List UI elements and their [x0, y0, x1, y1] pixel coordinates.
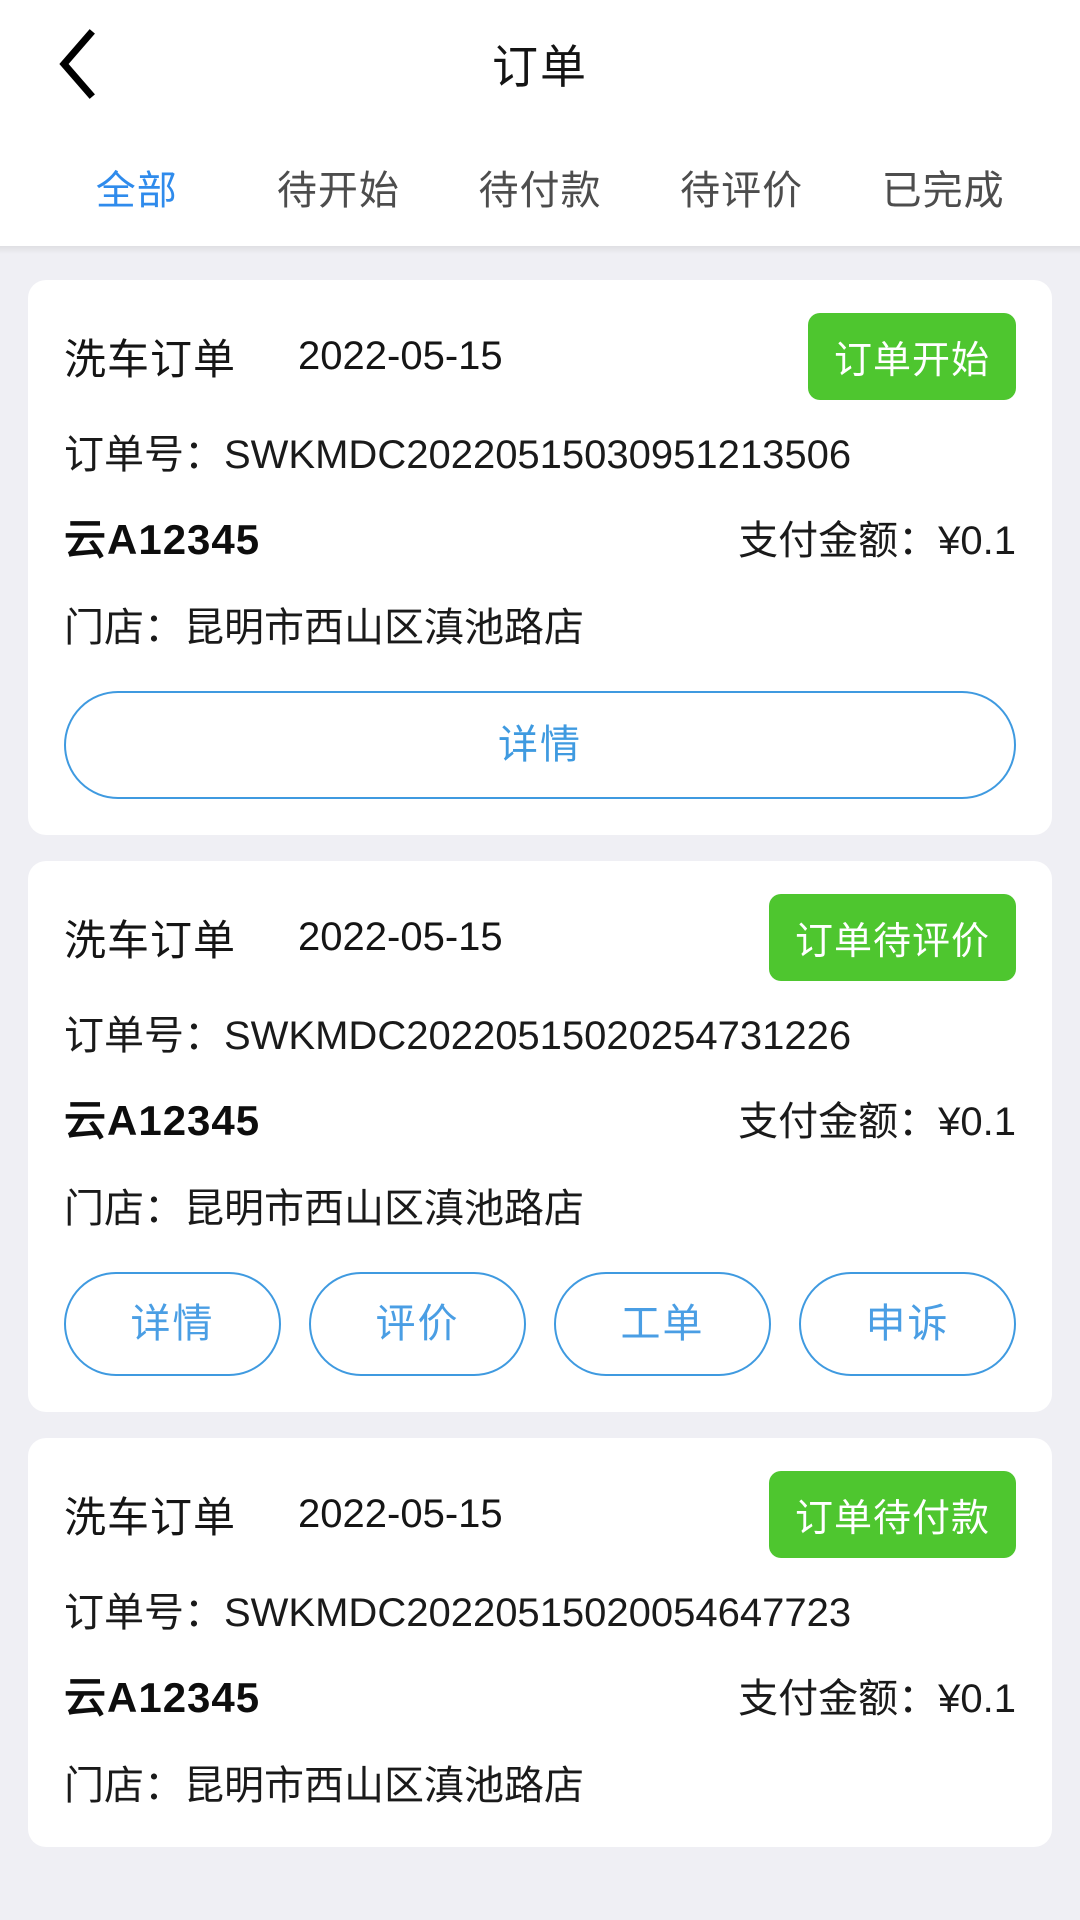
status-badge: 订单待评价: [768, 893, 1016, 981]
navigation-bar: 订单: [0, 0, 1080, 128]
order-type-label: 洗车订单: [64, 1493, 237, 1541]
tab-pending-start[interactable]: 待开始: [238, 158, 440, 216]
plate-amount-row: 云A12345 支付金额：¥0.1: [64, 1664, 1016, 1725]
order-number: 订单号：SWKMDC20220515020054647723: [64, 1591, 852, 1635]
order-list-screen: 订单 全部 待开始 待付款 待评价 已完成 洗车订单 2022-05-15 订单…: [0, 0, 1080, 1920]
order-date: 2022-05-15: [298, 333, 503, 378]
license-plate: 云A12345: [64, 1097, 261, 1144]
order-number: 订单号：SWKMDC20220515030951213506: [64, 433, 852, 477]
detail-button[interactable]: 详情: [64, 1272, 281, 1376]
store-name: 门店：昆明市西山区滇池路店: [64, 606, 584, 650]
license-plate: 云A12345: [64, 1674, 261, 1721]
status-badge: 订单开始: [807, 312, 1016, 400]
back-button[interactable]: [40, 28, 112, 100]
order-card[interactable]: 洗车订单 2022-05-15 订单待评价 订单号：SWKMDC20220515…: [28, 861, 1052, 1412]
order-list: 洗车订单 2022-05-15 订单开始 订单号：SWKMDC202205150…: [0, 254, 1080, 1847]
order-date: 2022-05-15: [298, 914, 503, 959]
tab-bar: 全部 待开始 待付款 待评价 已完成: [0, 128, 1080, 246]
status-badge: 订单待付款: [768, 1470, 1016, 1558]
payment-amount: 支付金额：¥0.1: [738, 1099, 1016, 1144]
work-order-button[interactable]: 工单: [554, 1272, 771, 1376]
order-card-header: 洗车订单 2022-05-15 订单开始: [64, 312, 1016, 400]
chevron-left-icon: [54, 28, 98, 100]
tab-all[interactable]: 全部: [36, 158, 238, 216]
order-card-header: 洗车订单 2022-05-15 订单待付款: [64, 1470, 1016, 1558]
order-actions: 详情: [64, 691, 1016, 799]
tab-bar-divider: [0, 246, 1080, 254]
store-name: 门店：昆明市西山区滇池路店: [64, 1187, 584, 1231]
license-plate: 云A12345: [64, 516, 261, 563]
detail-button[interactable]: 详情: [64, 691, 1016, 799]
tab-pending-review[interactable]: 待评价: [641, 158, 843, 216]
order-type-label: 洗车订单: [64, 335, 237, 383]
payment-amount: 支付金额：¥0.1: [738, 518, 1016, 563]
order-type-label: 洗车订单: [64, 916, 237, 964]
order-card[interactable]: 洗车订单 2022-05-15 订单开始 订单号：SWKMDC202205150…: [28, 280, 1052, 835]
tab-pending-payment[interactable]: 待付款: [439, 158, 641, 216]
payment-amount: 支付金额：¥0.1: [738, 1676, 1016, 1721]
order-actions: 详情 评价 工单 申诉: [64, 1272, 1016, 1376]
page-title: 订单: [492, 41, 588, 93]
store-name: 门店：昆明市西山区滇池路店: [64, 1764, 584, 1808]
review-button[interactable]: 评价: [309, 1272, 526, 1376]
tab-completed[interactable]: 已完成: [842, 158, 1044, 216]
plate-amount-row: 云A12345 支付金额：¥0.1: [64, 506, 1016, 567]
order-number: 订单号：SWKMDC20220515020254731226: [64, 1014, 852, 1058]
appeal-button[interactable]: 申诉: [799, 1272, 1016, 1376]
order-date: 2022-05-15: [298, 1491, 503, 1536]
order-card[interactable]: 洗车订单 2022-05-15 订单待付款 订单号：SWKMDC20220515…: [28, 1438, 1052, 1847]
plate-amount-row: 云A12345 支付金额：¥0.1: [64, 1087, 1016, 1148]
order-card-header: 洗车订单 2022-05-15 订单待评价: [64, 893, 1016, 981]
